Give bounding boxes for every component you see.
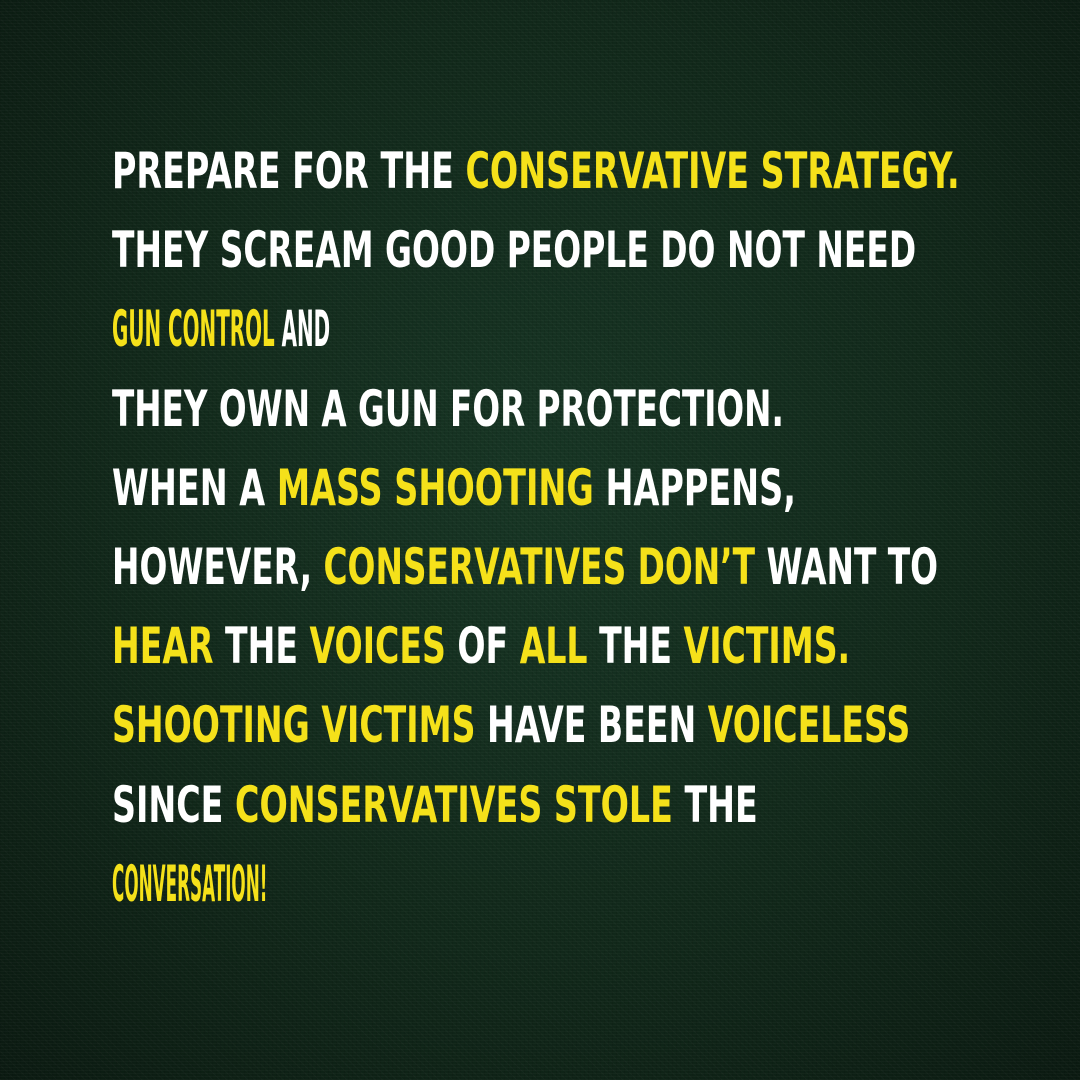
message-line: CONVERSATION! — [112, 859, 414, 909]
message-text: PREPARE FOR THE — [112, 142, 466, 200]
message-line: HEAR THE VOICES OF ALL THE VICTIMS. — [112, 621, 850, 671]
message-text: THE — [587, 617, 684, 676]
highlighted-phrase: CONSERVATIVE STRATEGY. — [465, 142, 960, 200]
poster-canvas: PREPARE FOR THE CONSERVATIVE STRATEGY. TH… — [0, 0, 1080, 1080]
message-text: THEY OWN A GUN FOR PROTECTION. — [112, 379, 784, 438]
highlighted-phrase: CONVERSATION! — [112, 854, 268, 913]
message-line: THEY OWN A GUN FOR PROTECTION. — [112, 384, 784, 434]
message-text: HAVE BEEN — [475, 696, 708, 755]
message-line: SHOOTING VICTIMS HAVE BEEN VOICELESS — [112, 700, 910, 750]
message-text: WHEN A — [112, 458, 277, 517]
highlighted-phrase: HEAR — [112, 617, 214, 676]
highlighted-phrase: VOICELESS — [707, 696, 911, 755]
message-line: SINCE CONSERVATIVES STOLE THE — [112, 780, 758, 830]
message-block: PREPARE FOR THE CONSERVATIVE STRATEGY. TH… — [112, 146, 1012, 938]
highlighted-phrase: CONSERVATIVES DON’T — [323, 537, 756, 596]
message-text: HAPPENS, — [593, 458, 796, 517]
highlighted-phrase: MASS SHOOTING — [276, 458, 594, 517]
message-text: THEY SCREAM GOOD PEOPLE DO NOT NEED — [112, 221, 917, 280]
message-line: WHEN A MASS SHOOTING HAPPENS, — [112, 463, 796, 513]
message-text: HOWEVER, — [112, 537, 324, 596]
message-text: AND — [274, 300, 331, 359]
message-text: THE — [672, 775, 758, 834]
highlighted-phrase: CONSERVATIVES STOLE — [235, 775, 673, 834]
highlighted-phrase: ALL — [519, 617, 588, 676]
highlighted-phrase: VICTIMS. — [683, 617, 851, 676]
message-line: HOWEVER, CONSERVATIVES DON’T WANT TO — [112, 542, 938, 592]
message-text: SINCE — [112, 775, 236, 834]
message-line: THEY SCREAM GOOD PEOPLE DO NOT NEED — [112, 225, 916, 275]
message-text: THE — [213, 617, 310, 676]
message-line: GUN CONTROL AND — [112, 304, 470, 354]
highlighted-phrase: GUN CONTROL — [112, 300, 275, 359]
highlighted-phrase: SHOOTING VICTIMS — [112, 696, 476, 755]
message-line: PREPARE FOR THE CONSERVATIVE STRATEGY. — [112, 146, 960, 196]
message-text: OF — [445, 617, 520, 676]
message-text: WANT TO — [755, 537, 939, 596]
highlighted-phrase: VOICES — [309, 617, 446, 676]
